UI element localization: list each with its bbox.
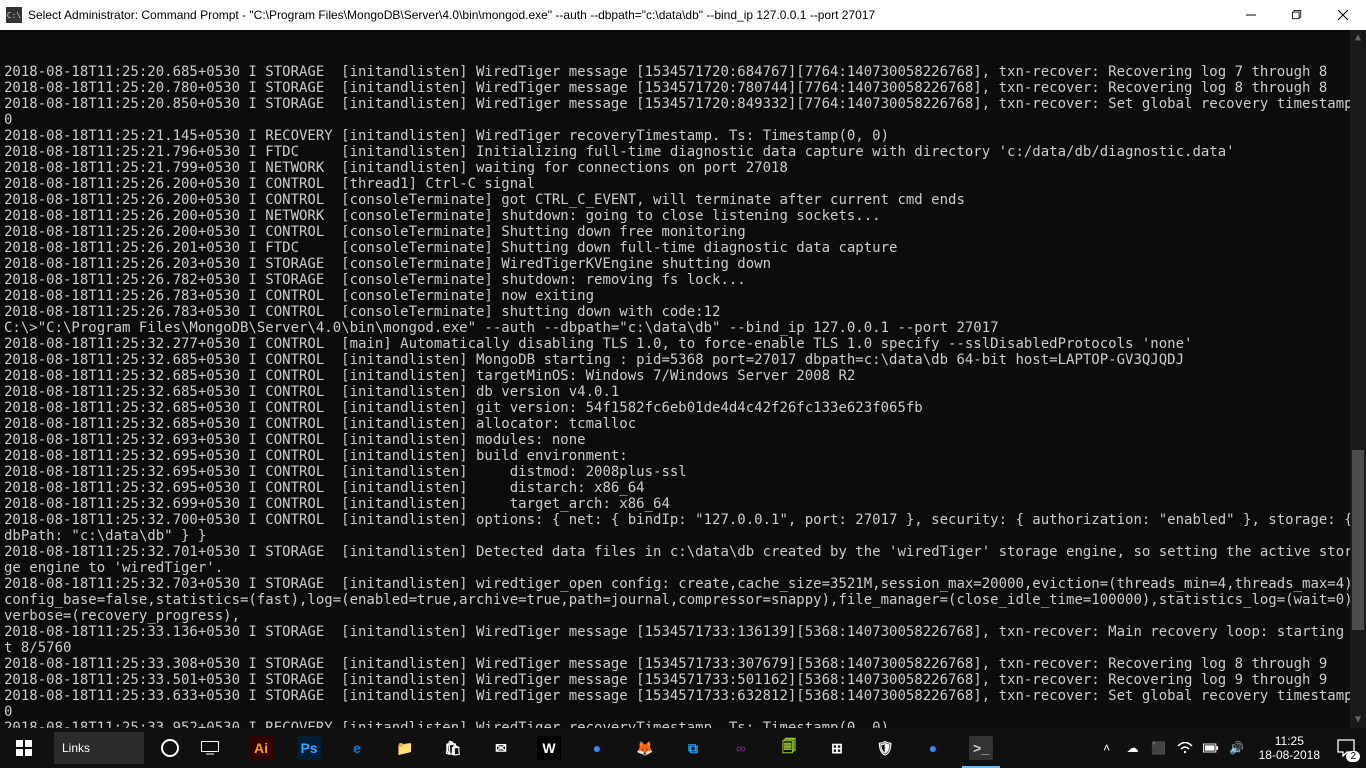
maximize-button[interactable] [1274, 0, 1320, 30]
terminal-line: 2018-08-18T11:25:32.703+0530 I STORAGE [… [4, 576, 1362, 624]
taskbar-search[interactable]: Links [54, 732, 144, 764]
taskbar-app-app1[interactable]: 🗐 [766, 728, 812, 768]
start-button[interactable] [0, 728, 48, 768]
terminal-line: 2018-08-18T11:25:32.695+0530 I CONTROL [… [4, 464, 1362, 480]
system-tray: ˄ ☁ ⬛ 🔊 [1091, 740, 1253, 756]
terminal-line: 2018-08-18T11:25:21.796+0530 I FTDC [ini… [4, 144, 1362, 160]
terminal-line: 2018-08-18T11:25:32.699+0530 I CONTROL [… [4, 496, 1362, 512]
terminal-line: 2018-08-18T11:25:32.277+0530 I CONTROL [… [4, 336, 1362, 352]
terminal-line: 2018-08-18T11:25:26.200+0530 I NETWORK [… [4, 208, 1362, 224]
wikipedia-icon: W [537, 736, 561, 760]
taskbar-app-microsoft[interactable]: ⊞ [814, 728, 860, 768]
tray-battery-icon[interactable] [1203, 740, 1219, 756]
terminal-line: 2018-08-18T11:25:26.203+0530 I STORAGE [… [4, 256, 1362, 272]
search-text: Links [62, 741, 90, 755]
terminal-line: 2018-08-18T11:25:32.685+0530 I CONTROL [… [4, 368, 1362, 384]
taskbar-app-edge[interactable]: e [334, 728, 380, 768]
terminal-line: 2018-08-18T11:25:26.783+0530 I CONTROL [… [4, 304, 1362, 320]
terminal-line: 2018-08-18T11:25:32.700+0530 I CONTROL [… [4, 512, 1362, 544]
store-icon: 🛍 [441, 736, 465, 760]
terminal-line: 2018-08-18T11:25:33.952+0530 I RECOVERY … [4, 720, 1362, 728]
window-titlebar: C:\ Select Administrator: Command Prompt… [0, 0, 1366, 30]
terminal-line: 2018-08-18T11:25:32.695+0530 I CONTROL [… [4, 448, 1362, 464]
terminal-line: 2018-08-18T11:25:20.850+0530 I STORAGE [… [4, 96, 1362, 128]
clock-date: 18-08-2018 [1259, 748, 1320, 762]
cmd-icon: >_ [969, 736, 993, 760]
chrome2-icon: ● [921, 736, 945, 760]
terminal-line: 2018-08-18T11:25:20.685+0530 I STORAGE [… [4, 64, 1362, 80]
taskbar-app-chrome2[interactable]: ● [910, 728, 956, 768]
taskbar-app-firefox[interactable]: 🦊 [622, 728, 668, 768]
terminal-line: 2018-08-18T11:25:20.780+0530 I STORAGE [… [4, 80, 1362, 96]
mail-icon: ✉ [489, 736, 513, 760]
terminal-line: 2018-08-18T11:25:32.685+0530 I CONTROL [… [4, 400, 1362, 416]
tray-onedrive-icon[interactable]: ☁ [1125, 740, 1141, 756]
tray-app-icon[interactable]: ⬛ [1151, 740, 1167, 756]
terminal-line: 2018-08-18T11:25:33.501+0530 I STORAGE [… [4, 672, 1362, 688]
taskbar-app-photoshop[interactable]: Ps [286, 728, 332, 768]
taskbar-clock[interactable]: 11:25 18-08-2018 [1253, 734, 1326, 762]
taskbar-app-chrome[interactable]: ● [574, 728, 620, 768]
terminal-line: C:\>"C:\Program Files\MongoDB\Server\4.0… [4, 320, 1362, 336]
taskbar-app-shield[interactable]: 🛡 [862, 728, 908, 768]
photoshop-icon: Ps [297, 736, 321, 760]
terminal-line: 2018-08-18T11:25:33.308+0530 I STORAGE [… [4, 656, 1362, 672]
taskbar-app-vscode[interactable]: ⧉ [670, 728, 716, 768]
tray-chevron-up-icon[interactable]: ˄ [1099, 740, 1115, 756]
terminal-line: 2018-08-18T11:25:32.693+0530 I CONTROL [… [4, 432, 1362, 448]
terminal-line: 2018-08-18T11:25:26.200+0530 I CONTROL [… [4, 192, 1362, 208]
edge-icon: e [345, 736, 369, 760]
windows-taskbar: Links Ai Pse 📁 🛍 ✉ W ● 🦊 ⧉ ∞ 🗐 ⊞ 🛡 ● >_ ˄ ☁ ⬛ 🔊 [0, 728, 1366, 768]
taskbar-app-vsstudio[interactable]: ∞ [718, 728, 764, 768]
terminal-line: 2018-08-18T11:25:32.685+0530 I CONTROL [… [4, 384, 1362, 400]
file-explorer-icon: 📁 [393, 736, 417, 760]
taskbar-app-store[interactable]: 🛍 [430, 728, 476, 768]
terminal-line: 2018-08-18T11:25:32.695+0530 I CONTROL [… [4, 480, 1362, 496]
illustrator-icon: Ai [249, 736, 273, 760]
chrome-icon: ● [585, 736, 609, 760]
terminal-line: 2018-08-18T11:25:26.201+0530 I FTDC [con… [4, 240, 1362, 256]
taskbar-app-file-explorer[interactable]: 📁 [382, 728, 428, 768]
task-view-button[interactable] [190, 728, 230, 768]
terminal-line: 2018-08-18T11:25:33.633+0530 I STORAGE [… [4, 688, 1362, 720]
terminal-scrollbar[interactable]: ▲ ▼ [1350, 30, 1366, 728]
terminal-line: 2018-08-18T11:25:26.783+0530 I CONTROL [… [4, 288, 1362, 304]
vscode-icon: ⧉ [681, 736, 705, 760]
tray-volume-icon[interactable]: 🔊 [1229, 740, 1245, 756]
terminal-line: 2018-08-18T11:25:32.701+0530 I STORAGE [… [4, 544, 1362, 576]
cmd-icon: C:\ [6, 7, 22, 23]
terminal-line: 2018-08-18T11:25:33.136+0530 I STORAGE [… [4, 624, 1362, 656]
taskbar-app-wikipedia[interactable]: W [526, 728, 572, 768]
app1-icon: 🗐 [777, 736, 801, 760]
microsoft-icon: ⊞ [825, 736, 849, 760]
window-title: Select Administrator: Command Prompt - "… [28, 8, 1228, 22]
tray-wifi-icon[interactable] [1177, 740, 1193, 756]
minimize-button[interactable] [1228, 0, 1274, 30]
terminal-line: 2018-08-18T11:25:32.685+0530 I CONTROL [… [4, 352, 1362, 368]
clock-time: 11:25 [1259, 734, 1320, 748]
terminal-line: 2018-08-18T11:25:26.200+0530 I CONTROL [… [4, 176, 1362, 192]
notification-count-badge: 2 [1346, 751, 1360, 762]
terminal-line: 2018-08-18T11:25:26.782+0530 I STORAGE [… [4, 272, 1362, 288]
scrollbar-thumb[interactable] [1352, 450, 1364, 630]
terminal-line: 2018-08-18T11:25:26.200+0530 I CONTROL [… [4, 224, 1362, 240]
vsstudio-icon: ∞ [729, 736, 753, 760]
taskbar-app-illustrator[interactable]: Ai [238, 728, 284, 768]
notification-center-button[interactable]: 2 [1326, 728, 1366, 768]
scroll-down-arrow[interactable]: ▼ [1350, 712, 1366, 728]
scroll-up-arrow[interactable]: ▲ [1350, 30, 1366, 46]
terminal-line: 2018-08-18T11:25:21.145+0530 I RECOVERY … [4, 128, 1362, 144]
taskbar-app-cmd[interactable]: >_ [958, 728, 1004, 768]
cortana-button[interactable] [150, 728, 190, 768]
shield-icon: 🛡 [873, 736, 897, 760]
terminal-line: 2018-08-18T11:25:32.685+0530 I CONTROL [… [4, 416, 1362, 432]
taskbar-app-mail[interactable]: ✉ [478, 728, 524, 768]
cortana-icon [161, 739, 179, 757]
terminal-output[interactable]: 2018-08-18T11:25:20.685+0530 I STORAGE [… [0, 30, 1366, 728]
firefox-icon: 🦊 [633, 736, 657, 760]
terminal-line: 2018-08-18T11:25:21.799+0530 I NETWORK [… [4, 160, 1362, 176]
close-button[interactable] [1320, 0, 1366, 30]
